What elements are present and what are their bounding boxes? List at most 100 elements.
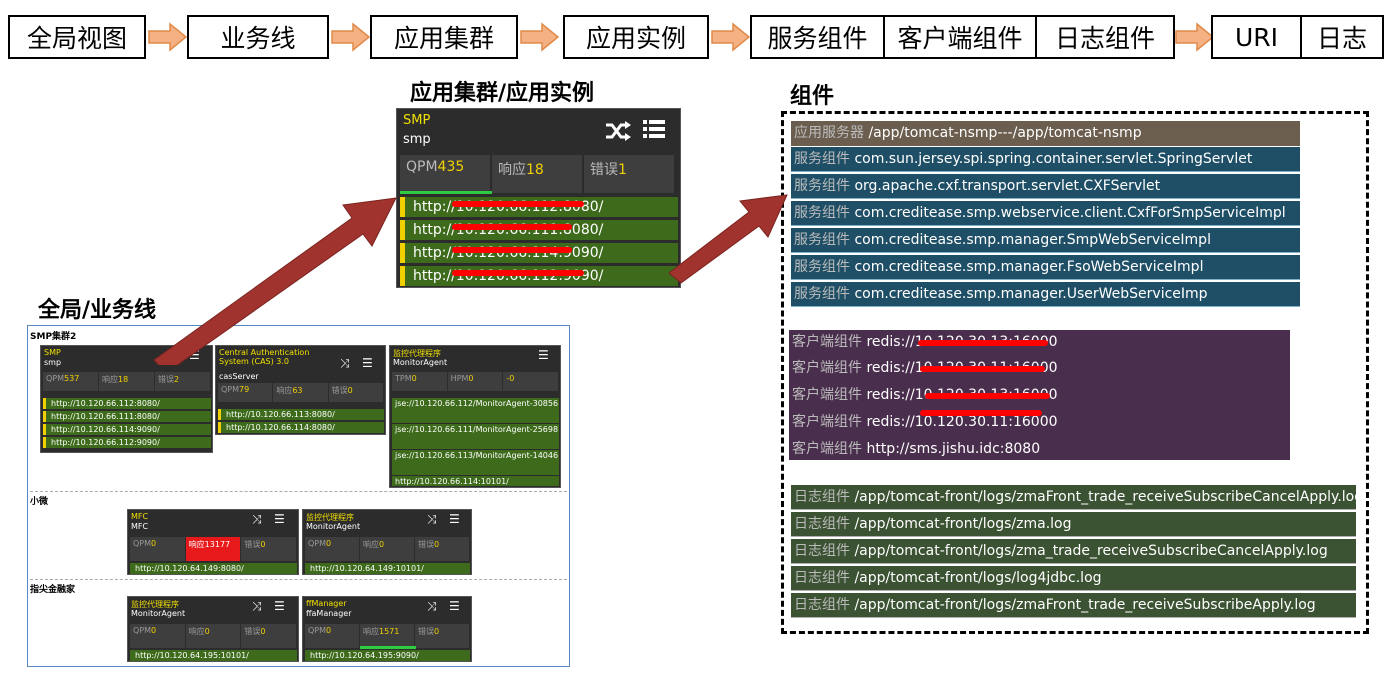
instance-row[interactable]: http://10.120.66.112:9090/: [43, 437, 211, 448]
shuffle-icon[interactable]: ⤨: [252, 599, 262, 614]
instance-row[interactable]: http://10.120.66.112:8080/: [400, 197, 678, 217]
group-separator: [30, 491, 567, 492]
service-component-row[interactable]: 服务组件 org.apache.cxf.transport.servlet.CX…: [791, 174, 1300, 199]
stat-qpm: QPM435: [400, 155, 492, 193]
flow-arrow-icon: [520, 22, 560, 52]
app-card-mfc[interactable]: MFC MFC ⤨ ☰ QPM0 响应13177 错误0 http://10.1…: [127, 509, 299, 575]
card-title: SMP: [403, 113, 431, 128]
flow-step-client-component: 客户端组件: [883, 15, 1037, 59]
list-icon[interactable]: ☰: [274, 512, 285, 526]
service-component-row[interactable]: 服务组件 com.creditease.smp.webservice.clien…: [791, 201, 1300, 226]
title-global: 全局/业务线: [38, 298, 157, 323]
card-stats: QPM0 响应1571 错误0: [305, 624, 470, 648]
service-component-row[interactable]: 服务组件 com.sun.jersey.spi.spring.container…: [791, 147, 1300, 172]
card-title: MFC: [131, 512, 149, 521]
instance-row[interactable]: jse://10.120.66.112/MonitorAgent-30856: [392, 398, 559, 424]
flow-step-service-component: 服务组件: [750, 15, 885, 59]
app-card-ffmanager[interactable]: ffManager ffaManager ⤨ ☰ QPM0 响应1571 错误0…: [302, 596, 472, 662]
flow-step-business: 业务线: [187, 15, 329, 59]
instance-row[interactable]: http://10.120.66.114:9090/: [400, 243, 678, 263]
instance-row[interactable]: http://10.120.66.114:9090/: [43, 424, 211, 435]
global-dashboard: SMP集群2 SMP smp ⤨ ☰ QPM537 响应18 错误2 http:…: [27, 325, 570, 667]
list-icon[interactable]: ☰: [449, 512, 460, 526]
card-stats: TPM0 HPM0 -0: [392, 372, 560, 391]
card-stats: QPM0 响应13177 错误0: [130, 537, 298, 561]
drilldown-arrow-icon: [668, 194, 788, 284]
card-subtitle: MonitorAgent: [131, 609, 186, 618]
instance-row[interactable]: http://10.120.64.149:8080/: [130, 563, 297, 574]
list-icon[interactable]: [643, 119, 665, 139]
instance-row[interactable]: jse://10.120.66.111/MonitorAgent-25698: [392, 424, 559, 450]
shuffle-icon[interactable]: ⤨: [252, 512, 262, 527]
instance-row[interactable]: http://10.120.66.114:10101/: [392, 476, 559, 487]
card-title: ffManager: [306, 599, 347, 608]
log-component-row[interactable]: 日志组件 /app/tomcat-front/logs/zma_trade_re…: [791, 539, 1356, 564]
log-component-row[interactable]: 日志组件 /app/tomcat-front/logs/zmaFront_tra…: [791, 485, 1356, 510]
flow-step-global: 全局视图: [8, 15, 146, 59]
redaction-mark: [452, 247, 572, 253]
redaction-mark: [452, 224, 572, 230]
flow-arrow-icon: [711, 22, 751, 52]
card-stats: QPM0 响应0 错误0: [305, 537, 470, 561]
group-label: SMP集群2: [30, 332, 77, 342]
title-components: 组件: [790, 84, 835, 109]
log-component-row[interactable]: 日志组件 /app/tomcat-front/logs/zma.log: [791, 512, 1356, 537]
shuffle-icon[interactable]: [605, 121, 631, 141]
list-icon[interactable]: ☰: [538, 348, 549, 362]
redaction-mark: [925, 393, 1050, 399]
log-component-row[interactable]: 日志组件 /app/tomcat-front/logs/zmaFront_tra…: [791, 593, 1356, 618]
service-component-row[interactable]: 服务组件 com.creditease.smp.manager.SmpWebSe…: [791, 228, 1300, 253]
card-subtitle: MFC: [131, 522, 149, 531]
instance-row[interactable]: http://10.120.66.111:8080/: [43, 411, 211, 422]
flow-step-log-component: 日志组件: [1035, 15, 1175, 59]
stat-error: 错误1: [584, 155, 676, 193]
instance-row[interactable]: http://10.120.66.113:8080/: [218, 409, 384, 420]
app-card-monitor-agent[interactable]: 监控代理程序 MonitorAgent ⤨ ☰ QPM0 响应0 错误0 htt…: [302, 509, 472, 575]
log-component-row[interactable]: 日志组件 /app/tomcat-front/logs/log4jdbc.log: [791, 566, 1356, 591]
instance-row[interactable]: http://10.120.66.112:9090/: [400, 266, 678, 286]
card-subtitle: smp: [44, 358, 62, 367]
card-stats: QPM79 响应63 错误0: [218, 383, 384, 402]
redaction-mark: [452, 270, 584, 276]
instance-row[interactable]: http://10.120.64.195:10101/: [130, 650, 297, 661]
qpm-bar: [400, 191, 492, 194]
flow-arrow-icon: [1175, 22, 1215, 52]
shuffle-icon[interactable]: ⤨: [427, 599, 437, 614]
redaction-mark: [920, 410, 1042, 416]
client-component-row[interactable]: 客户端组件 http://sms.jishu.idc:8080: [789, 437, 1290, 462]
instance-row[interactable]: jse://10.120.66.113/MonitorAgent-14046: [392, 450, 559, 476]
group-label: 指尖金融家: [30, 585, 76, 595]
card-subtitle: smp: [403, 132, 431, 147]
flow-arrow-icon: [148, 22, 188, 52]
card-subtitle: casServer: [219, 372, 259, 381]
instance-row[interactable]: http://10.120.66.111:8080/: [400, 220, 678, 240]
card-subtitle: MonitorAgent: [306, 522, 361, 531]
drilldown-arrow-icon: [153, 197, 397, 365]
flow-step-cluster: 应用集群: [370, 15, 518, 59]
card-stats: QPM0 响应0 错误0: [130, 624, 298, 648]
card-subtitle: MonitorAgent: [393, 358, 448, 367]
service-component-row[interactable]: 服务组件 com.creditease.smp.manager.FsoWebSe…: [791, 255, 1300, 280]
app-instance-card[interactable]: SMP smp QPM435 响应18 错误1 http://10.120.66…: [396, 108, 681, 288]
card-stats: QPM435 响应18 错误1: [400, 155, 676, 193]
group-separator: [30, 579, 567, 580]
group-label: 小微: [30, 497, 49, 507]
service-component-row[interactable]: 服务组件 com.creditease.smp.manager.UserWebS…: [791, 282, 1300, 307]
app-card-monitor-agent[interactable]: 监控代理程序 MonitorAgent ☰ TPM0 HPM0 -0 jse:/…: [389, 345, 561, 488]
instance-row[interactable]: http://10.120.64.195:9090/: [305, 650, 470, 661]
app-card-monitor-agent[interactable]: 监控代理程序 MonitorAgent ⤨ ☰ QPM0 响应0 错误0 htt…: [127, 596, 299, 662]
card-subtitle: ffaManager: [306, 609, 352, 618]
redaction-mark: [452, 201, 584, 207]
instance-row[interactable]: http://10.120.66.114:8080/: [218, 422, 384, 433]
list-icon[interactable]: ☰: [274, 599, 285, 613]
instance-row[interactable]: http://10.120.64.149:10101/: [305, 563, 470, 574]
stat-response: 响应18: [492, 155, 584, 193]
card-title: SMP: [44, 348, 61, 357]
component-server[interactable]: 应用服务器 /app/tomcat-nsmp---/app/tomcat-nsm…: [791, 121, 1300, 146]
shuffle-icon[interactable]: ⤨: [427, 512, 437, 527]
instance-row[interactable]: http://10.120.66.112:8080/: [43, 398, 211, 409]
flow-arrow-icon: [331, 22, 371, 52]
flow-step-instance: 应用实例: [563, 15, 709, 59]
redaction-mark: [918, 340, 1048, 346]
list-icon[interactable]: ☰: [449, 599, 460, 613]
